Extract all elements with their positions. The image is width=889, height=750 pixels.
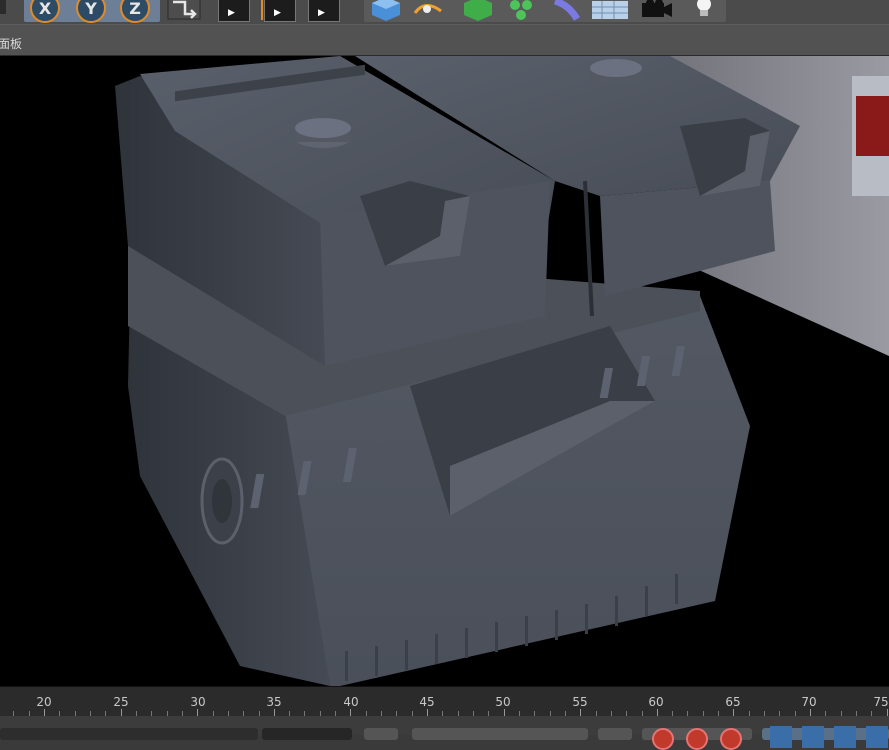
render-view-button[interactable]: ▶ — [218, 0, 250, 22]
playback-buttons-group[interactable] — [412, 728, 588, 740]
toolbar-overflow-icon[interactable] — [0, 0, 8, 22]
spline-pen-icon — [413, 4, 442, 14]
frame-range-field[interactable] — [262, 728, 352, 740]
render-active-indicator — [251, 0, 263, 20]
cube-primitive-button[interactable] — [368, 0, 404, 22]
camera-icon — [642, 0, 672, 17]
key-parameter-button[interactable] — [866, 726, 888, 748]
viewport-scene — [115, 56, 889, 686]
auto-key-button[interactable] — [686, 728, 708, 750]
x-axis-lock-button[interactable]: X — [30, 0, 60, 23]
animation-timeline-ruler[interactable]: 20 25 30 35 40 45 50 55 60 65 70 75 — [0, 686, 889, 717]
coordinate-system-button[interactable] — [166, 0, 202, 22]
timeline-label: 55 — [572, 695, 588, 709]
timeline-tick — [350, 709, 352, 716]
timeline-label: 30 — [190, 695, 206, 709]
play-icon: ▶ — [318, 8, 325, 18]
panel-title: 面板 — [0, 37, 23, 51]
record-key-button[interactable] — [652, 728, 674, 750]
timeline-label: 35 — [266, 695, 282, 709]
timeline-tick — [656, 709, 658, 716]
play-icon: ▶ — [228, 8, 235, 18]
timeline-tick — [580, 709, 582, 716]
timeline-label: 45 — [419, 695, 435, 709]
timeline-label: 60 — [648, 695, 664, 709]
key-scale-button[interactable] — [834, 726, 856, 748]
play-icon: ▶ — [274, 8, 281, 18]
camera-button[interactable] — [638, 0, 676, 22]
3d-viewport[interactable] — [0, 56, 889, 686]
render-settings-button[interactable]: ▶ — [308, 0, 340, 22]
z-axis-lock-button[interactable]: Z — [120, 0, 150, 23]
timeline-tick — [273, 709, 275, 716]
floor-environment-button[interactable] — [590, 0, 630, 22]
key-position-button[interactable] — [770, 726, 792, 748]
go-to-end-button[interactable] — [598, 728, 632, 740]
deformer-button[interactable] — [548, 0, 584, 22]
timeline-tick — [44, 709, 45, 716]
cloner-button[interactable] — [504, 0, 540, 22]
timeline-label: 40 — [343, 695, 359, 709]
y-axis-icon: Y — [76, 0, 106, 23]
timeline-tick — [886, 709, 888, 716]
timeline-tick — [120, 709, 122, 716]
timeline-label: 20 — [36, 695, 52, 709]
timeline-label: 25 — [113, 695, 129, 709]
timeline-label: 70 — [801, 695, 817, 709]
timeline-label: 65 — [725, 695, 741, 709]
timeline-tick — [427, 709, 428, 716]
x-axis-icon: X — [30, 0, 60, 23]
spline-tool-button[interactable] — [410, 0, 446, 22]
cube-icon — [372, 0, 400, 21]
current-frame-field[interactable] — [0, 728, 258, 740]
z-axis-icon: Z — [120, 0, 150, 23]
timeline-tick — [503, 709, 505, 716]
viewport-panel-header: 面板 — [0, 24, 889, 56]
timeline-label: 50 — [495, 695, 511, 709]
cloner-icon — [510, 0, 532, 20]
keyframe-selection-button[interactable] — [720, 728, 742, 750]
subdivision-cube-icon — [464, 0, 492, 21]
timeline-tick — [733, 709, 735, 716]
light-bulb-icon — [697, 0, 711, 16]
y-axis-lock-button[interactable]: Y — [76, 0, 106, 23]
go-to-start-button[interactable] — [364, 728, 398, 740]
coordinate-system-icon — [167, 0, 201, 20]
timeline-tick — [197, 709, 199, 716]
subdivision-surface-button[interactable] — [460, 0, 496, 22]
light-button[interactable] — [688, 0, 720, 22]
playback-controls-bar — [0, 716, 889, 750]
upper-right-top-button — [590, 59, 642, 77]
key-rotation-button[interactable] — [802, 726, 824, 748]
floor-grid-icon — [592, 1, 628, 19]
bend-deformer-icon — [553, 0, 581, 21]
timeline-label: 75 — [873, 695, 889, 709]
main-toolbar: X Y Z ▶ ▶ ▶ — [0, 0, 889, 24]
render-picture-viewer-button[interactable]: ▶ — [264, 0, 296, 22]
timeline-tick — [810, 709, 811, 716]
